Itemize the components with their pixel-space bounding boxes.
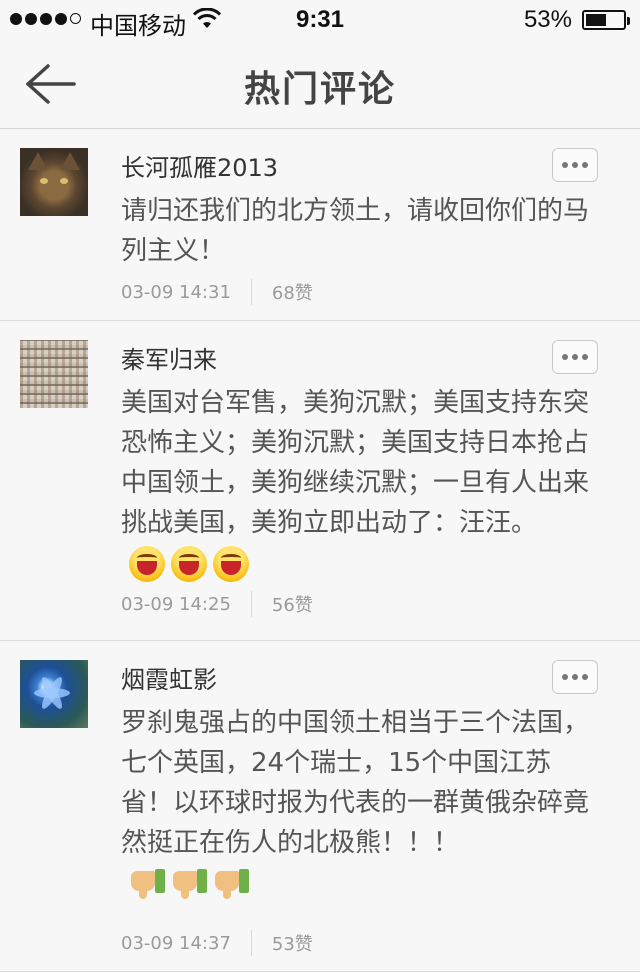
comment-item: 秦军归来 美国对台军售，美狗沉默；美国支持东突恐怖主义；美狗沉默；美国支持日本抢… xyxy=(0,321,640,641)
comment-time: 03-09 14:37 xyxy=(121,932,231,954)
like-count[interactable]: 53赞 xyxy=(272,930,313,956)
battery-icon xyxy=(582,10,630,30)
emoji-group xyxy=(129,545,249,582)
avatar[interactable] xyxy=(20,340,88,408)
divider xyxy=(250,279,252,305)
comment-username[interactable]: 长河孤雁2013 xyxy=(121,148,278,183)
comment-text: 罗刹鬼强占的中国领土相当于三个法国，七个英国，24个瑞士，15个中国江苏省！以环… xyxy=(121,703,591,903)
more-icon xyxy=(562,354,568,360)
page-title: 热门评论 xyxy=(243,69,396,110)
more-options-button[interactable] xyxy=(552,148,598,182)
thumbs-down-emoji-icon xyxy=(171,867,207,901)
avatar[interactable] xyxy=(20,660,88,728)
comment-text: 美国对台军售，美狗沉默；美国支持东突恐怖主义；美狗沉默；美国支持日本抢占中国领土… xyxy=(121,383,591,583)
battery-percent: 53% xyxy=(523,6,572,33)
comment-item: 烟霞虹影 罗刹鬼强占的中国领土相当于三个法国，七个英国，24个瑞士，15个中国江… xyxy=(0,641,640,972)
status-bar: 中国移动 9:31 53% xyxy=(0,0,640,40)
laugh-emoji-icon xyxy=(129,545,165,582)
comment-username[interactable]: 秦军归来 xyxy=(121,340,217,375)
more-icon xyxy=(562,162,568,168)
more-options-button[interactable] xyxy=(552,660,598,694)
divider xyxy=(250,591,252,617)
thumbs-down-emoji-icon xyxy=(129,867,165,901)
comment-username[interactable]: 烟霞虹影 xyxy=(121,660,217,695)
emoji-group xyxy=(129,867,249,901)
comment-time: 03-09 14:31 xyxy=(121,281,231,303)
laugh-emoji-icon xyxy=(171,545,207,582)
comment-meta: 03-09 14:25 56赞 xyxy=(121,591,313,617)
more-icon xyxy=(562,674,568,680)
comment-item: 长河孤雁2013 请归还我们的北方领土，请收回你们的马列主义！ 03-09 14… xyxy=(0,129,640,321)
comment-list: 长河孤雁2013 请归还我们的北方领土，请收回你们的马列主义！ 03-09 14… xyxy=(0,129,640,972)
comment-meta: 03-09 14:37 53赞 xyxy=(121,930,313,956)
comment-time: 03-09 14:25 xyxy=(121,593,231,615)
like-count[interactable]: 68赞 xyxy=(272,279,313,305)
like-count[interactable]: 56赞 xyxy=(272,591,313,617)
avatar[interactable] xyxy=(20,148,88,216)
thumbs-down-emoji-icon xyxy=(213,867,249,901)
nav-bar: 热门评论 xyxy=(0,40,640,129)
laugh-emoji-icon xyxy=(213,545,249,582)
comment-meta: 03-09 14:31 68赞 xyxy=(121,279,313,305)
comment-text: 请归还我们的北方领土，请收回你们的马列主义！ xyxy=(121,196,590,266)
divider xyxy=(250,930,252,956)
more-options-button[interactable] xyxy=(552,340,598,374)
